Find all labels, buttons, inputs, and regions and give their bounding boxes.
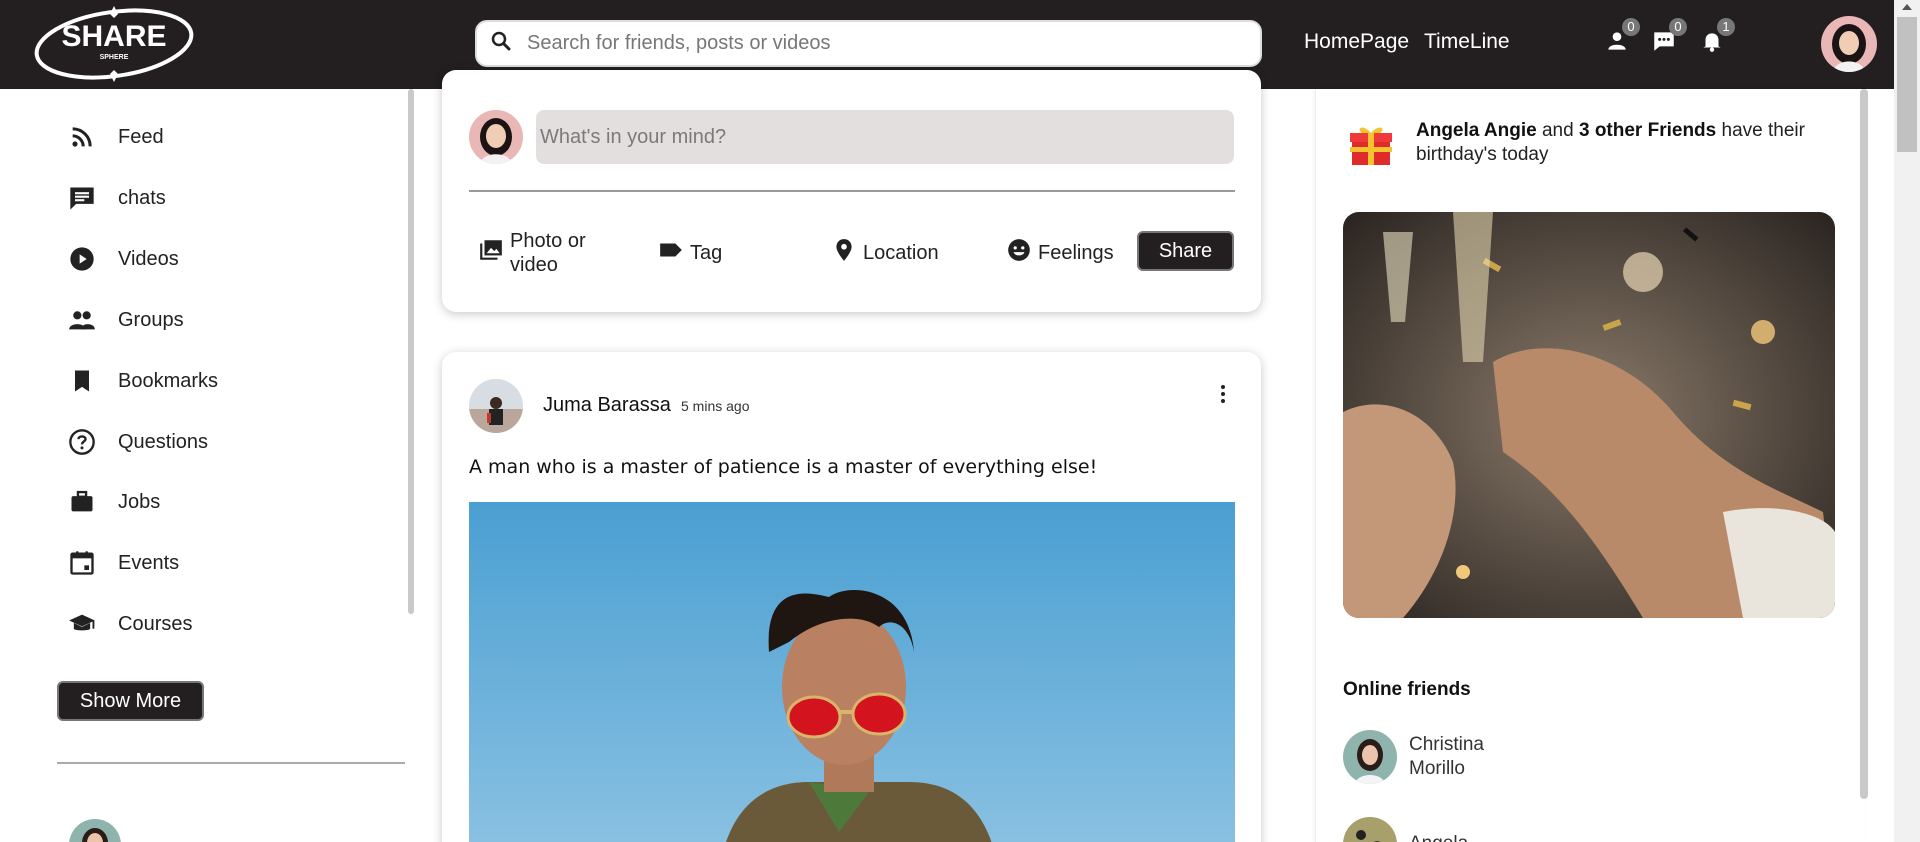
search-input[interactable] — [527, 32, 1227, 55]
tag-option[interactable]: Tag — [658, 237, 722, 269]
post-card: Juma Barassa 5 mins ago A man who is a m… — [442, 352, 1261, 842]
graduation-cap-icon — [68, 610, 96, 638]
sidebar-item-label: Questions — [118, 430, 209, 453]
sidebar-item-jobs[interactable]: Jobs — [68, 485, 160, 519]
user-avatar[interactable] — [1821, 16, 1877, 72]
smile-icon — [1006, 237, 1038, 269]
online-friend-avatar — [1343, 817, 1397, 842]
homepage-link[interactable]: HomePage — [1304, 30, 1409, 54]
right-panel-scrollbar[interactable] — [1860, 89, 1868, 799]
scroll-up-arrow-icon[interactable] — [1902, 4, 1912, 10]
birthday-party-image — [1343, 212, 1835, 618]
sidebar-item-label: Events — [118, 551, 180, 574]
post-image[interactable] — [469, 502, 1235, 842]
search-bar[interactable] — [475, 20, 1262, 67]
post-author-name[interactable]: Juma Barassa — [543, 394, 671, 417]
sidebar-item-label: Videos — [118, 247, 179, 270]
person-icon — [1604, 32, 1630, 58]
sidebar-item-label: Jobs — [118, 490, 161, 513]
online-friend-item[interactable]: Christina Morillo — [1343, 730, 1509, 784]
composer-avatar — [469, 110, 523, 164]
sidebar-item-label: Courses — [118, 612, 193, 635]
messages-button[interactable]: 0 — [1651, 18, 1687, 54]
notifications-button[interactable]: 1 — [1699, 18, 1735, 54]
location-pin-icon — [831, 237, 863, 269]
share-sphere-logo[interactable]: SHARE SPHERE — [30, 4, 198, 84]
sidebar-scrollbar[interactable] — [408, 89, 414, 614]
location-label: Location — [863, 241, 939, 264]
post-text: A man who is a master of patience is a m… — [469, 456, 1098, 478]
notifications-badge: 1 — [1717, 18, 1735, 36]
tag-icon — [658, 237, 690, 269]
help-circle-icon — [68, 428, 96, 456]
status-input[interactable] — [536, 110, 1234, 164]
sidebar-item-videos[interactable]: Videos — [68, 242, 179, 276]
sidebar-item-questions[interactable]: Questions — [68, 425, 208, 459]
group-icon — [68, 306, 96, 334]
feelings-option[interactable]: Feelings — [1006, 237, 1114, 269]
right-sidebar: Angela Angie and 3 other Friends have th… — [1315, 89, 1865, 842]
bookmark-icon — [68, 367, 96, 395]
sidebar-item-events[interactable]: Events — [68, 546, 179, 580]
sidebar-item-feed[interactable]: Feed — [68, 120, 164, 154]
play-circle-icon — [68, 245, 96, 273]
online-friend-name: Angela — [1409, 832, 1509, 842]
chat-icon — [68, 184, 96, 212]
birthday-friend-name: Angela Angie — [1416, 120, 1537, 141]
messages-badge: 0 — [1669, 18, 1687, 36]
photo-video-label: Photo or video — [510, 230, 586, 276]
friend-requests-badge: 0 — [1622, 18, 1640, 36]
sidebar-item-groups[interactable]: Groups — [68, 303, 184, 337]
birthday-others: 3 other Friends — [1578, 120, 1717, 141]
svg-text:SHARE: SHARE — [61, 20, 166, 53]
friend-requests-button[interactable]: 0 — [1604, 18, 1640, 54]
left-sidebar: Feed chats Videos Groups Bookmarks Quest… — [0, 89, 416, 842]
online-friend-item[interactable]: Angela — [1343, 817, 1509, 842]
show-more-button[interactable]: Show More — [57, 681, 204, 721]
photo-library-icon — [478, 237, 510, 269]
share-button[interactable]: Share — [1137, 231, 1234, 271]
post-author-avatar[interactable] — [469, 379, 523, 433]
timeline-link[interactable]: TimeLine — [1424, 30, 1510, 54]
post-timestamp: 5 mins ago — [681, 398, 750, 414]
search-icon — [489, 29, 513, 58]
rss-feed-icon — [68, 123, 96, 151]
birthday-notice: Angela Angie and 3 other Friends have th… — [1416, 120, 1805, 165]
gift-icon — [1348, 121, 1394, 167]
sidebar-item-label: Feed — [118, 125, 164, 148]
more-options-icon[interactable] — [1211, 382, 1235, 406]
message-icon — [1651, 32, 1677, 58]
page-scrollbar-thumb[interactable] — [1897, 17, 1917, 152]
composer-divider — [469, 190, 1235, 192]
online-friend-name: Christina Morillo — [1409, 734, 1484, 779]
sidebar-item-label: chats — [118, 186, 166, 209]
sidebar-item-label: Groups — [118, 308, 184, 331]
bell-icon — [1699, 33, 1725, 58]
location-option[interactable]: Location — [831, 237, 939, 269]
briefcase-icon — [68, 488, 96, 516]
sidebar-item-bookmarks[interactable]: Bookmarks — [68, 364, 218, 398]
feelings-label: Feelings — [1038, 241, 1114, 264]
sidebar-divider — [57, 762, 405, 764]
tag-label: Tag — [690, 241, 723, 264]
svg-text:SPHERE: SPHERE — [100, 54, 129, 61]
sidebar-item-courses[interactable]: Courses — [68, 607, 192, 641]
online-friend-avatar — [1343, 730, 1397, 784]
friend-avatar[interactable] — [69, 819, 121, 842]
online-friends-title: Online friends — [1343, 679, 1471, 700]
share-composer-card: Photo or video Tag Location Feelings Sha… — [442, 70, 1261, 312]
sidebar-item-label: Bookmarks — [118, 369, 219, 392]
calendar-icon — [68, 549, 96, 577]
page-scrollbar[interactable] — [1894, 0, 1920, 842]
photo-video-option[interactable]: Photo or video — [478, 229, 598, 277]
sidebar-item-chats[interactable]: chats — [68, 181, 166, 215]
